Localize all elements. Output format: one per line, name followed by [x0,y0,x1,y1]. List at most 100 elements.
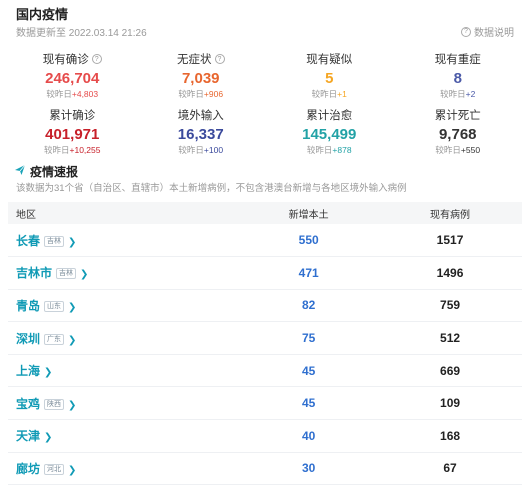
region-cell[interactable]: 深圳 广东 ❯ [8,321,240,355]
new-local-cell: 550 [239,224,379,258]
table-row[interactable]: 宝鸡 陕西 ❯ 45 109 [8,386,522,421]
stat-delta-prefix: 较昨日 [44,145,70,155]
stat-delta-prefix: 较昨日 [311,89,338,99]
stat-label-text: 无症状 [177,54,212,66]
stat-label-text: 境外输入 [177,110,224,122]
region-cell[interactable]: 青岛 山东 ❯ [8,289,240,323]
stat-card: 累计确诊 401,971 较昨日+10,255 [8,106,137,158]
table-row[interactable]: 青岛 山东 ❯ 82 759 [8,289,522,323]
province-tag: 河北 [44,463,65,475]
existing-cell: 512 [378,321,522,355]
new-local-cell: 45 [239,386,379,421]
table-row[interactable]: 天津 ❯ 40 168 [8,419,522,453]
table-body: 长春 吉林 ❯ 550 1517 吉林市 吉林 ❯ 471 1496 青岛 山东 ❯ 82 759 深圳 广东 ❯… [8,224,522,486]
stat-delta-prefix: 较昨日 [435,145,461,155]
stat-delta-prefix: 较昨日 [178,145,204,155]
stat-delta: 较昨日+1 [265,88,394,100]
stat-delta: 较昨日+4,803 [8,88,137,100]
question-icon[interactable]: ? [214,54,225,64]
update-time: 数据更新至 2022.03.14 21:26 [16,28,147,39]
city-name[interactable]: 吉林市 [16,266,52,280]
chevron-right-icon[interactable]: ❯ [68,237,76,248]
stat-delta: 较昨日+878 [265,144,394,156]
stat-value: 7,039 [181,70,220,87]
stat-delta-value: +100 [203,145,224,155]
stat-delta: 较昨日+2 [394,88,523,100]
city-name[interactable]: 廊坊 [16,462,40,476]
stat-value: 16,337 [177,126,224,143]
stat-label-text: 累计治愈 [306,110,353,122]
stat-delta: 较昨日+906 [137,88,266,100]
province-tag: 广东 [44,333,65,345]
header-region: 地区 [16,209,36,221]
city-name[interactable]: 长春 [16,234,40,248]
stat-value: 5 [325,70,334,87]
table-row[interactable]: 深圳 广东 ❯ 75 512 [8,321,522,355]
chevron-right-icon[interactable]: ❯ [44,432,52,443]
stat-card: 现有疑似 5 较昨日+1 [265,50,394,102]
new-local-cell: 75 [239,321,379,355]
stat-label: 现有疑似 [306,51,352,67]
city-name[interactable]: 天津 [16,429,40,443]
city-name[interactable]: 深圳 [16,332,40,346]
new-local-cell: 30 [239,452,379,486]
stat-value: 8 [453,70,462,87]
stat-value: 246,704 [45,70,100,87]
header-new-local: 新增本土 [288,209,329,221]
chevron-right-icon[interactable]: ❯ [68,302,76,313]
stat-label: 累计死亡 [435,107,481,123]
section-subtitle: 该数据为31个省（自治区、直辖市）本土新增病例，不包含港澳台新增与各地区境外输入… [16,183,407,194]
stat-delta-prefix: 较昨日 [46,89,72,99]
existing-cell: 669 [378,354,522,388]
stat-label: 现有重症 [435,51,481,67]
city-name[interactable]: 青岛 [16,299,40,313]
stat-delta-value: +2 [465,89,476,99]
province-tag: 山东 [44,300,65,312]
stat-label-text: 现有重症 [434,54,481,66]
chevron-right-icon[interactable]: ❯ [80,269,88,280]
region-table: 地区 新增本土 现有病例 长春 吉林 ❯ 550 1517 吉林市 吉林 ❯ 471 1496 青岛… [8,202,522,486]
region-cell[interactable]: 天津 ❯ [8,419,240,453]
header-existing: 现有病例 [430,209,471,221]
existing-cell: 109 [378,386,522,421]
region-cell[interactable]: 廊坊 河北 ❯ [8,452,240,486]
chevron-right-icon[interactable]: ❯ [68,465,76,476]
section-title: 疫情速报 [30,165,79,179]
table-header-row: 地区 新增本土 现有病例 [8,202,522,224]
region-cell[interactable]: 吉林市 吉林 ❯ [8,256,240,290]
table-row[interactable]: 上海 ❯ 45 669 [8,354,522,388]
stat-delta-value: +4,803 [71,89,99,99]
new-local-cell: 82 [239,289,379,323]
stat-delta-value: +550 [460,145,481,155]
existing-cell: 1517 [378,224,522,258]
region-cell[interactable]: 上海 ❯ [8,354,240,388]
table-row[interactable]: 吉林市 吉林 ❯ 471 1496 [8,256,522,290]
table-row[interactable]: 廊坊 河北 ❯ 30 67 [8,452,522,486]
stat-delta-value: +906 [203,89,224,99]
city-name[interactable]: 宝鸡 [16,397,40,411]
province-tag: 吉林 [44,235,65,247]
stat-label-text: 现有确诊 [42,54,89,66]
question-icon[interactable]: ? [91,54,102,64]
new-local-cell: 45 [239,354,379,388]
header: 国内疫情 数据更新至 2022.03.14 21:26 ? 数据说明 [8,0,522,44]
new-local-cell: 471 [239,256,379,290]
section-header: 疫情速报 [8,160,522,182]
stat-card: 现有重症 8 较昨日+2 [394,50,523,102]
table-row[interactable]: 长春 吉林 ❯ 550 1517 [8,224,522,258]
data-explain-link[interactable]: ? 数据说明 [461,24,514,39]
stat-label-text: 现有疑似 [306,54,353,66]
stat-label: 累计确诊 [49,107,95,123]
chevron-right-icon[interactable]: ❯ [68,400,76,411]
stat-card: 无症状? 7,039 较昨日+906 [137,50,266,102]
existing-cell: 1496 [378,256,522,290]
stat-delta-prefix: 较昨日 [306,145,333,155]
region-cell[interactable]: 长春 吉林 ❯ [8,224,240,258]
region-cell[interactable]: 宝鸡 陕西 ❯ [8,386,240,421]
chevron-right-icon[interactable]: ❯ [44,367,52,378]
stat-value: 401,971 [45,126,100,143]
chevron-right-icon[interactable]: ❯ [68,335,76,346]
city-name[interactable]: 上海 [16,364,40,378]
stat-delta-prefix: 较昨日 [178,89,204,99]
stat-delta: 较昨日+550 [394,144,523,156]
